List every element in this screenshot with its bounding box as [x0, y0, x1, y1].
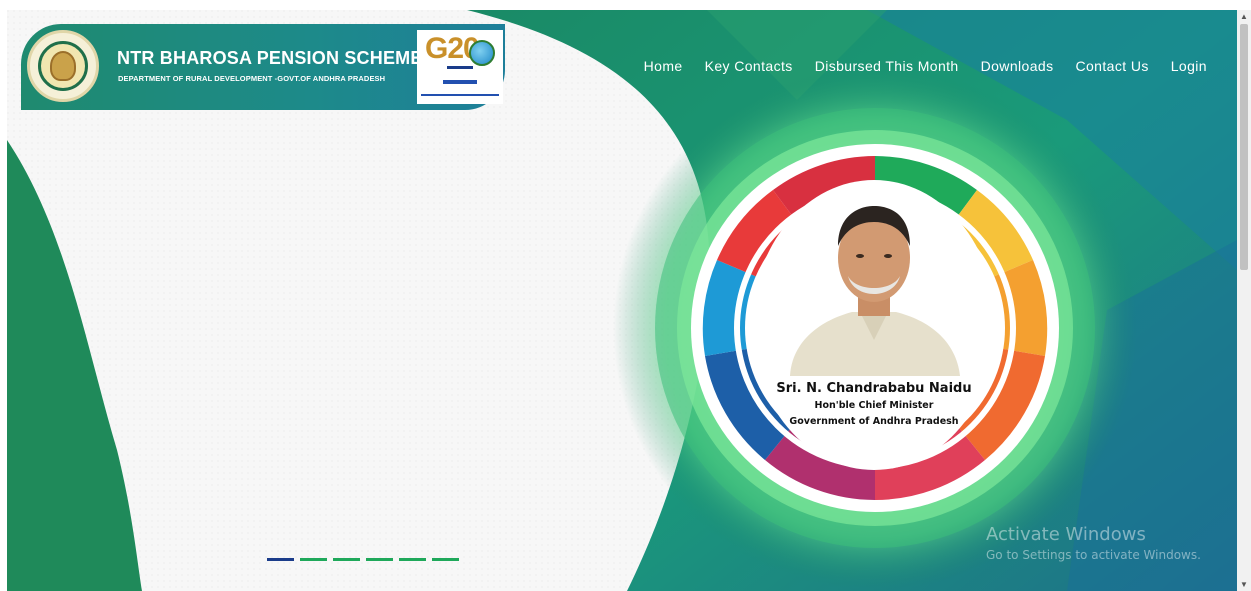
globe-icon	[469, 40, 495, 66]
nav-contact-us[interactable]: Contact Us	[1075, 58, 1148, 74]
hero-viewport: NTR BHAROSA PENSION SCHEME DEPARTMENT OF…	[7, 10, 1237, 591]
cm-government: Government of Andhra Pradesh	[789, 416, 959, 427]
cm-name: Sri. N. Chandrababu Naidu	[776, 381, 972, 396]
nav-key-contacts[interactable]: Key Contacts	[705, 58, 793, 74]
cm-portrait: Sri. N. Chandrababu Naidu Hon'ble Chief …	[752, 180, 996, 470]
brand-subtitle: DEPARTMENT OF RURAL DEVELOPMENT -GOVT.OF…	[118, 74, 386, 83]
nav-disbursed-this-month[interactable]: Disbursed This Month	[815, 58, 959, 74]
cm-role: Hon'ble Chief Minister	[814, 400, 934, 411]
g20-logo-line	[447, 66, 473, 69]
nav-downloads[interactable]: Downloads	[981, 58, 1054, 74]
main-nav: Home Key Contacts Disbursed This Month D…	[644, 58, 1207, 74]
carousel-indicator[interactable]	[333, 558, 360, 561]
carousel-indicator[interactable]	[300, 558, 327, 561]
carousel-indicator[interactable]	[366, 558, 393, 561]
page-scrollbar[interactable]: ▲ ▼	[1237, 10, 1251, 591]
nav-login[interactable]: Login	[1171, 58, 1207, 74]
scroll-up-arrow-icon[interactable]: ▲	[1240, 12, 1248, 21]
carousel-indicator[interactable]	[399, 558, 426, 561]
g20-logo-line	[421, 94, 499, 96]
carousel-indicator[interactable]	[267, 558, 294, 561]
scroll-down-arrow-icon[interactable]: ▼	[1240, 580, 1248, 589]
activate-windows-title: Activate Windows	[986, 524, 1146, 545]
brand-title: NTR BHAROSA PENSION SCHEME	[117, 48, 423, 68]
ap-emblem-logo	[27, 30, 99, 102]
nav-home[interactable]: Home	[644, 58, 683, 74]
g20-logo-line	[443, 80, 477, 84]
carousel-indicators	[267, 558, 459, 561]
brand-header[interactable]: NTR BHAROSA PENSION SCHEME DEPARTMENT OF…	[21, 24, 505, 110]
carousel-indicator[interactable]	[432, 558, 459, 561]
emblem-core	[50, 51, 76, 81]
g20-logo: G20	[417, 30, 503, 104]
activate-windows-subtitle: Go to Settings to activate Windows.	[986, 548, 1201, 562]
scrollbar-thumb[interactable]	[1240, 24, 1248, 270]
